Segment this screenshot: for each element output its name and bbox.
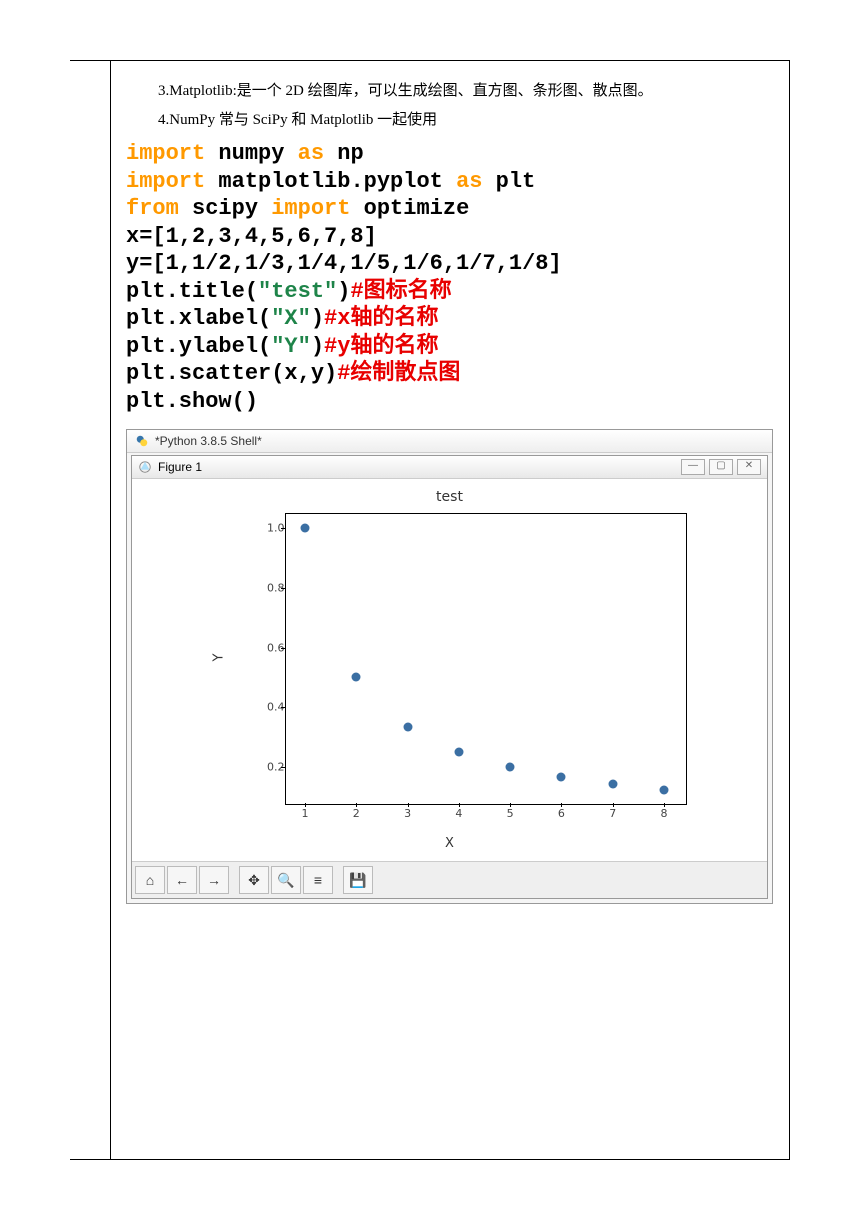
back-button[interactable]: ← [167, 866, 197, 894]
data-point [403, 723, 412, 732]
x-tick: 8 [660, 807, 667, 820]
x-tick: 4 [455, 807, 462, 820]
minimize-button[interactable]: — [681, 459, 705, 475]
comment: #y轴的名称 [324, 334, 438, 359]
keyword-import: import [126, 141, 205, 166]
zoom-button[interactable]: 🔍 [271, 866, 301, 894]
x-axis-label: X [195, 836, 705, 851]
data-point [506, 763, 515, 772]
comment: #x轴的名称 [324, 306, 438, 331]
figure-window: Figure 1 — ▢ ✕ test Y X 0.2 0.4 0.6 0.8 1.0 1… [131, 455, 768, 899]
chart-title: test [195, 485, 705, 507]
shell-window: *Python 3.8.5 Shell* Figure 1 — ▢ ✕ [126, 429, 773, 904]
x-tick: 3 [404, 807, 411, 820]
data-point [557, 772, 566, 781]
scatter-chart: test Y X 0.2 0.4 0.6 0.8 1.0 1 2 3 4 5 6 7 8 [195, 485, 705, 855]
save-button[interactable]: 💾 [343, 866, 373, 894]
pan-button[interactable]: ✥ [239, 866, 269, 894]
shell-titlebar: *Python 3.8.5 Shell* [127, 430, 772, 453]
code-line: y=[1,1/2,1/3,1/4,1/5,1/6,1/7,1/8] [126, 251, 562, 276]
x-tick: 5 [507, 807, 514, 820]
y-tick: 0.6 [251, 641, 285, 654]
string-literal: "test" [258, 279, 337, 304]
figure-body: test Y X 0.2 0.4 0.6 0.8 1.0 1 2 3 4 5 6 7 8 [132, 479, 767, 861]
code-line: plt.show() [126, 389, 258, 414]
code-line: x=[1,2,3,4,5,6,7,8] [126, 224, 377, 249]
comment: #图标名称 [350, 279, 451, 304]
data-point [608, 780, 617, 789]
keyword-as: as [298, 141, 324, 166]
x-tick: 6 [558, 807, 565, 820]
maximize-button[interactable]: ▢ [709, 459, 733, 475]
configure-button[interactable]: ≡ [303, 866, 333, 894]
plot-area[interactable] [285, 513, 687, 805]
y-tick: 1.0 [251, 521, 285, 534]
keyword-as: as [456, 169, 482, 194]
x-tick: 2 [353, 807, 360, 820]
data-point [454, 748, 463, 757]
x-tick: 1 [302, 807, 309, 820]
matplotlib-icon [138, 460, 152, 474]
y-tick: 0.4 [251, 701, 285, 714]
page-frame: 3.Matplotlib:是一个 2D 绘图库，可以生成绘图、直方图、条形图、散… [70, 60, 790, 1160]
comment: #绘制散点图 [337, 361, 460, 386]
y-axis-label: Y [211, 654, 226, 662]
paragraph-3: 3.Matplotlib:是一个 2D 绘图库，可以生成绘图、直方图、条形图、散… [128, 77, 771, 106]
y-tick: 0.2 [251, 761, 285, 774]
keyword-import: import [271, 196, 350, 221]
figure-toolbar: ⌂ ← → ✥ 🔍 ≡ 💾 [132, 861, 767, 898]
close-button[interactable]: ✕ [737, 459, 761, 475]
home-button[interactable]: ⌂ [135, 866, 165, 894]
string-literal: "X" [271, 306, 311, 331]
figure-title-text: Figure 1 [158, 460, 202, 474]
content-area: 3.Matplotlib:是一个 2D 绘图库，可以生成绘图、直方图、条形图、散… [110, 61, 789, 914]
x-tick: 7 [609, 807, 616, 820]
data-point [301, 523, 310, 532]
data-point [352, 673, 361, 682]
keyword-from: from [126, 196, 179, 221]
code-block: import numpy as np import matplotlib.pyp… [126, 140, 779, 415]
left-column [70, 61, 111, 1159]
python-icon [135, 434, 149, 448]
forward-button[interactable]: → [199, 866, 229, 894]
paragraph-4: 4.NumPy 常与 SciPy 和 Matplotlib 一起使用 [128, 106, 771, 135]
shell-title-text: *Python 3.8.5 Shell* [155, 434, 262, 448]
data-point [659, 785, 668, 794]
window-buttons: — ▢ ✕ [681, 459, 761, 475]
y-tick: 0.8 [251, 581, 285, 594]
figure-titlebar[interactable]: Figure 1 — ▢ ✕ [132, 456, 767, 479]
string-literal: "Y" [271, 334, 311, 359]
keyword-import: import [126, 169, 205, 194]
